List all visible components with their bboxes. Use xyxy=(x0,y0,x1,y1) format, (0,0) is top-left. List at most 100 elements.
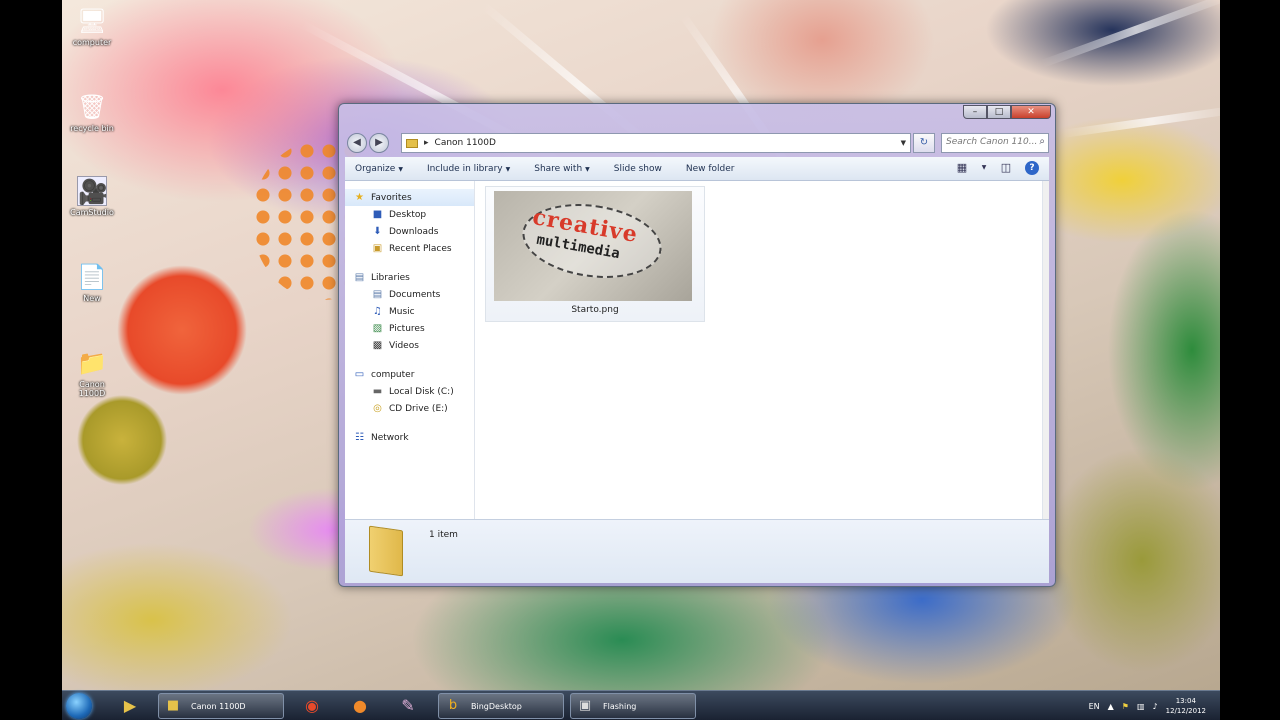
search-input[interactable]: Search Canon 110... ⌕ xyxy=(941,133,1049,153)
new-folder-button[interactable]: New folder xyxy=(686,164,735,174)
taskbar-item-flashing[interactable]: ▣ Flashing xyxy=(570,693,696,719)
share-with-button[interactable]: Share with ▼ xyxy=(534,164,590,174)
clock[interactable]: 13:04 12/12/2012 xyxy=(1166,696,1206,716)
slide-show-label: Slide show xyxy=(613,163,662,174)
folder-icon xyxy=(369,525,403,577)
nav-label: Downloads xyxy=(389,226,439,237)
nav-item-libraries[interactable]: ▤ Libraries xyxy=(345,269,474,286)
chevron-down-icon: ▼ xyxy=(585,165,590,173)
new-folder-label: New folder xyxy=(685,163,735,174)
help-icon[interactable]: ? xyxy=(1025,161,1039,175)
nav-label: Local Disk (C:) xyxy=(389,386,454,397)
taskbar: ▶ ■ Canon 1100D ◉ ● ✎ b BingDesktop ▣ Fl… xyxy=(62,690,1220,720)
taskbar-item-bingdesktop[interactable]: b BingDesktop xyxy=(438,693,564,719)
bing-icon: b xyxy=(448,698,458,713)
forward-button[interactable]: ▶ xyxy=(369,133,389,153)
folder-icon xyxy=(406,138,418,148)
navigation-bar: ◀ ▶ ▸ Canon 1100D ▼ ↻ Search Canon 110..… xyxy=(347,132,1049,154)
nav-label: Desktop xyxy=(389,209,427,220)
chevron-down-icon[interactable]: ▼ xyxy=(981,161,987,175)
desktop-icon-label: recycle bin xyxy=(70,124,114,133)
search-icon[interactable]: ⌕ xyxy=(1039,136,1045,147)
desktop-icon-camstudio[interactable]: 🎥 CamStudio xyxy=(66,176,118,217)
nav-group-libraries: ▤ Libraries ▤ Documents ♫ Music ▧ Pictures ▩… xyxy=(345,269,474,354)
wallpaper-light-ray xyxy=(1061,104,1220,138)
nav-item-desktop[interactable]: ■ Desktop xyxy=(345,206,474,223)
chevron-up-icon[interactable]: ▲ xyxy=(1108,702,1114,711)
nav-group-computer: ▭ computer ▬ Local Disk (C:) ◎ CD Drive (E:… xyxy=(345,366,474,417)
camstudio-icon: 🎥 xyxy=(77,176,108,206)
start-button[interactable] xyxy=(66,693,92,719)
nav-item-downloads[interactable]: ⬇ Downloads xyxy=(345,223,474,240)
breadcrumb-current[interactable]: Canon 1100D xyxy=(435,138,496,148)
view-controls: ▦ ▼ ◫ ? xyxy=(955,161,1039,175)
image-thumbnail: creative multimedia xyxy=(494,191,692,301)
nav-item-cd-drive[interactable]: ◎ CD Drive (E:) xyxy=(345,400,474,417)
nav-item-videos[interactable]: ▩ Videos xyxy=(345,337,474,354)
wallpaper-light-ray xyxy=(1040,0,1220,68)
minimize-button[interactable]: – xyxy=(963,105,987,119)
nav-item-computer[interactable]: ▭ computer xyxy=(345,366,474,383)
close-button[interactable]: ✕ xyxy=(1011,105,1051,119)
nav-item-local-disk[interactable]: ▬ Local Disk (C:) xyxy=(345,383,474,400)
desktop-icon-label: Canon 1100D xyxy=(78,380,106,398)
nav-label: Videos xyxy=(389,340,419,351)
hard-disk-icon: ▬ xyxy=(372,385,383,397)
nav-label: Libraries xyxy=(371,272,410,283)
file-list-pane: creative multimedia Starto.png xyxy=(475,181,1043,519)
organize-button[interactable]: Organize ▼ xyxy=(355,164,403,174)
desktop-icon-new[interactable]: 📄 New xyxy=(66,262,118,303)
computer-icon: ▭ xyxy=(354,368,365,380)
nav-label: Favorites xyxy=(371,192,412,203)
nav-item-documents[interactable]: ▤ Documents xyxy=(345,286,474,303)
nav-label: Pictures xyxy=(389,323,425,334)
slide-show-button[interactable]: Slide show xyxy=(614,164,662,174)
navigation-pane: ★ Favorites ■ Desktop ⬇ Downloads ▣ Recent P… xyxy=(345,181,475,519)
network-icon[interactable]: ▥ xyxy=(1137,702,1145,711)
taskbar-item-label: BingDesktop xyxy=(471,701,522,711)
include-in-library-button[interactable]: Include in library ▼ xyxy=(427,164,510,174)
maximize-button[interactable]: □ xyxy=(987,105,1011,119)
taskbar-item-canon-folder[interactable]: ■ Canon 1100D xyxy=(158,693,284,719)
nav-item-recent-places[interactable]: ▣ Recent Places xyxy=(345,240,474,257)
nav-label: CD Drive (E:) xyxy=(389,403,448,414)
nav-item-favorites[interactable]: ★ Favorites xyxy=(345,189,474,206)
nav-item-network[interactable]: ☷ Network xyxy=(345,429,474,446)
paint-icon[interactable]: ✎ xyxy=(388,694,428,718)
desktop-icon-recycle-bin[interactable]: 🗑 recycle bin xyxy=(66,92,118,133)
clock-time: 13:04 xyxy=(1175,697,1196,705)
media-player-icon[interactable]: ▶ xyxy=(110,694,150,718)
chrome-icon[interactable]: ◉ xyxy=(292,694,332,718)
details-pane: 1 item xyxy=(345,519,1049,583)
volume-icon[interactable]: ♪ xyxy=(1153,702,1158,711)
desktop-icon-canon-folder[interactable]: 📁 Canon 1100D xyxy=(66,348,118,398)
command-bar: Organize ▼ Include in library ▼ Share with… xyxy=(345,157,1049,181)
refresh-button[interactable]: ↻ xyxy=(913,133,935,153)
file-icon: 📄 xyxy=(77,263,107,291)
computer-icon: 🖥 xyxy=(77,7,108,35)
back-button[interactable]: ◀ xyxy=(347,133,367,153)
nav-label: Documents xyxy=(389,289,441,300)
firefox-icon[interactable]: ● xyxy=(340,694,380,718)
music-icon: ♫ xyxy=(373,305,382,317)
vertical-scrollbar[interactable] xyxy=(1043,181,1049,519)
chevron-down-icon[interactable]: ▼ xyxy=(901,139,906,147)
address-bar[interactable]: ▸ Canon 1100D ▼ xyxy=(401,133,911,153)
star-icon: ★ xyxy=(355,191,364,203)
desktop-icon-computer[interactable]: 🖥 computer xyxy=(66,6,118,47)
nav-item-music[interactable]: ♫ Music xyxy=(345,303,474,320)
preview-pane-icon[interactable]: ◫ xyxy=(999,161,1013,175)
share-with-label: Share with xyxy=(534,163,583,174)
desktop-icon-label: CamStudio xyxy=(70,208,114,217)
nav-group-favorites: ★ Favorites ■ Desktop ⬇ Downloads ▣ Recent P… xyxy=(345,189,474,257)
language-indicator[interactable]: EN xyxy=(1089,702,1100,711)
nav-label: computer xyxy=(371,369,415,380)
flag-icon[interactable]: ⚑ xyxy=(1122,702,1129,711)
file-item[interactable]: creative multimedia Starto.png xyxy=(485,186,705,322)
documents-icon: ▤ xyxy=(372,288,383,300)
change-view-icon[interactable]: ▦ xyxy=(955,161,969,175)
nav-item-pictures[interactable]: ▧ Pictures xyxy=(345,320,474,337)
file-name: Starto.png xyxy=(571,305,619,315)
pictures-icon: ▧ xyxy=(372,322,383,334)
desktop-icon: ■ xyxy=(372,208,383,220)
